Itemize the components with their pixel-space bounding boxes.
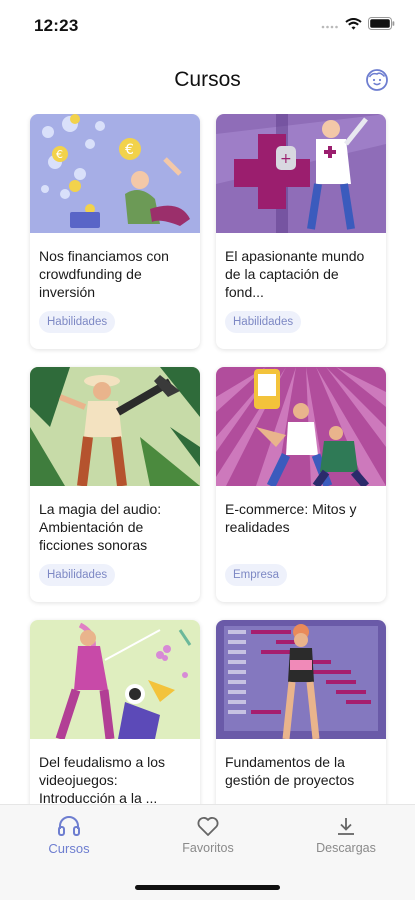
course-illustration-feudalism — [30, 620, 200, 739]
tab-label: Cursos — [48, 841, 90, 856]
course-title: Fundamentos de la gestión de proyectos — [225, 754, 355, 788]
course-illustration-audio — [30, 367, 200, 486]
wifi-icon — [345, 17, 362, 30]
course-tag: Habilidades — [39, 564, 116, 586]
course-tag: Habilidades — [39, 311, 116, 333]
headphones-icon — [58, 816, 80, 836]
course-illustration-crowdfunding: € € — [30, 114, 200, 233]
tab-cursos[interactable]: Cursos — [9, 815, 129, 856]
page-title: Cursos — [174, 68, 241, 91]
course-grid: € € Nos financiamos con crowdfunding de … — [0, 114, 415, 804]
course-illustration-project-management — [216, 620, 386, 739]
svg-text:€: € — [56, 148, 63, 161]
course-tag: Habilidades — [225, 311, 302, 333]
status-time: 12:23 — [34, 16, 79, 35]
course-card[interactable]: E-commerce: Mitos y realidades Empresa — [216, 367, 386, 602]
course-card[interactable]: + El apasionante mundo de la captación d… — [216, 114, 386, 349]
tab-label: Favoritos — [182, 841, 234, 855]
tab-descargas[interactable]: Descargas — [286, 815, 406, 855]
tab-favoritos[interactable]: Favoritos — [148, 815, 268, 855]
profile-face-icon — [366, 69, 388, 91]
svg-text:+: + — [280, 151, 292, 167]
course-card[interactable]: La magia del audio: Ambientación de ficc… — [30, 367, 200, 602]
tab-label: Descargas — [316, 841, 376, 855]
home-indicator — [135, 885, 280, 890]
svg-text:€: € — [125, 142, 134, 158]
course-title: La magia del audio: Ambientación de ficc… — [39, 501, 162, 553]
app-header: Cursos — [0, 60, 415, 100]
course-card[interactable]: € € Nos financiamos con crowdfunding de … — [30, 114, 200, 349]
status-bar: 12:23 — [0, 0, 415, 52]
course-title: E-commerce: Mitos y realidades — [225, 501, 357, 535]
cellular-signal-icon — [321, 25, 338, 28]
course-card[interactable]: Fundamentos de la gestión de proyectos — [216, 620, 386, 804]
course-tag: Empresa — [225, 564, 288, 586]
course-title: Del feudalismo a los videojuegos: Introd… — [39, 754, 166, 804]
battery-icon — [368, 17, 395, 30]
profile-button[interactable] — [365, 68, 389, 92]
download-icon — [338, 818, 354, 835]
course-illustration-fundraising: + — [216, 114, 386, 233]
status-icons — [321, 17, 395, 30]
course-title: Nos financiamos con crowdfunding de inve… — [39, 248, 169, 300]
heart-icon — [197, 817, 219, 836]
course-illustration-ecommerce — [216, 367, 386, 486]
course-title: El apasionante mundo de la captación de … — [225, 248, 365, 300]
course-card[interactable]: Del feudalismo a los videojuegos: Introd… — [30, 620, 200, 804]
